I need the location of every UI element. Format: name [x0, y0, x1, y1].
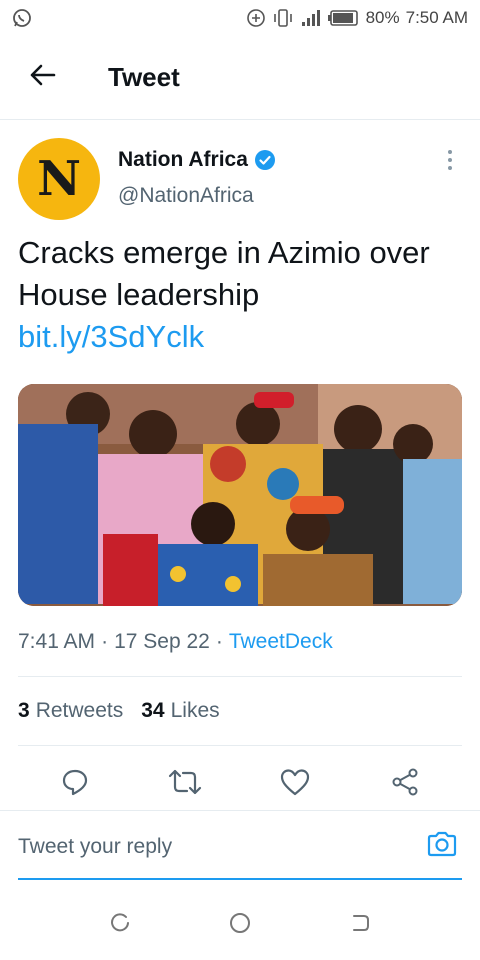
nav-back-button[interactable]: [336, 901, 384, 949]
tweet-source-link[interactable]: TweetDeck: [229, 630, 333, 654]
whatsapp-icon: [12, 8, 32, 28]
reply-input-underline: [18, 878, 462, 880]
photo-illustration: [18, 384, 462, 606]
status-bar: 80% 7:50 AM: [0, 0, 480, 36]
reply-bar: Tweet your reply: [0, 810, 480, 882]
more-vertical-icon: [447, 149, 453, 176]
tweet-meta: 7:41 AM · 17 Sep 22 · TweetDeck: [0, 624, 480, 660]
status-time: 7:50 AM: [405, 8, 468, 27]
back-nav-icon: [348, 911, 372, 940]
retweets-label: Retweets: [35, 699, 124, 722]
system-nav-bar: [0, 890, 480, 960]
likes-count: 34: [141, 699, 165, 722]
stats-row: 3 Retweets 34 Likes: [0, 677, 480, 745]
reply-icon: [60, 767, 90, 802]
verified-icon: [254, 149, 276, 171]
avatar-letter: N: [37, 151, 81, 207]
like-button[interactable]: [271, 760, 319, 808]
nav-recents-button[interactable]: [96, 901, 144, 949]
meta-separator: ·: [215, 630, 223, 653]
back-button[interactable]: [0, 36, 84, 120]
battery-icon: [327, 9, 360, 27]
tweet-date: 17 Sep 22: [114, 630, 210, 653]
more-options-button[interactable]: [438, 149, 462, 176]
share-button[interactable]: [381, 760, 429, 808]
camera-button[interactable]: [422, 827, 462, 867]
nav-home-button[interactable]: [216, 901, 264, 949]
likes-label: Likes: [170, 699, 220, 722]
retweet-button[interactable]: [161, 760, 209, 808]
recents-icon: [108, 911, 132, 940]
heart-icon: [279, 767, 311, 802]
tweet-photo[interactable]: [18, 384, 462, 606]
signal-icon: [300, 8, 322, 28]
data-saver-icon: [246, 8, 266, 28]
author-info: Nation Africa @NationAfrica: [118, 148, 276, 208]
tweet-body: Cracks emerge in Azimio over House leade…: [18, 235, 430, 312]
reply-button[interactable]: [51, 760, 99, 808]
home-circle-icon: [228, 911, 252, 940]
app-header: Tweet: [0, 36, 480, 120]
tweet-link[interactable]: bit.ly/3SdYclk: [18, 316, 462, 358]
author-handle[interactable]: @NationAfrica: [118, 184, 276, 208]
tweet: N Nation Africa @NationAfrica Cracks eme…: [0, 120, 480, 822]
tweet-text: Cracks emerge in Azimio over House leade…: [0, 232, 480, 358]
author-row: N Nation Africa @NationAfrica: [0, 120, 480, 230]
page-title: Tweet: [108, 62, 180, 92]
share-icon: [390, 767, 420, 802]
tweet-time: 7:41 AM: [18, 630, 96, 653]
arrow-left-icon: [28, 63, 56, 92]
likes-stat[interactable]: 34 Likes: [141, 699, 219, 723]
vibrate-icon: [272, 8, 294, 28]
battery-percent: 80%: [365, 8, 400, 27]
retweets-stat[interactable]: 3 Retweets: [18, 699, 123, 723]
avatar[interactable]: N: [18, 138, 100, 220]
meta-separator: ·: [101, 630, 109, 653]
retweets-count: 3: [18, 699, 30, 722]
author-name[interactable]: Nation Africa: [118, 148, 248, 172]
reply-input[interactable]: Tweet your reply: [18, 827, 422, 867]
camera-icon: [426, 830, 458, 863]
retweet-icon: [168, 767, 202, 802]
